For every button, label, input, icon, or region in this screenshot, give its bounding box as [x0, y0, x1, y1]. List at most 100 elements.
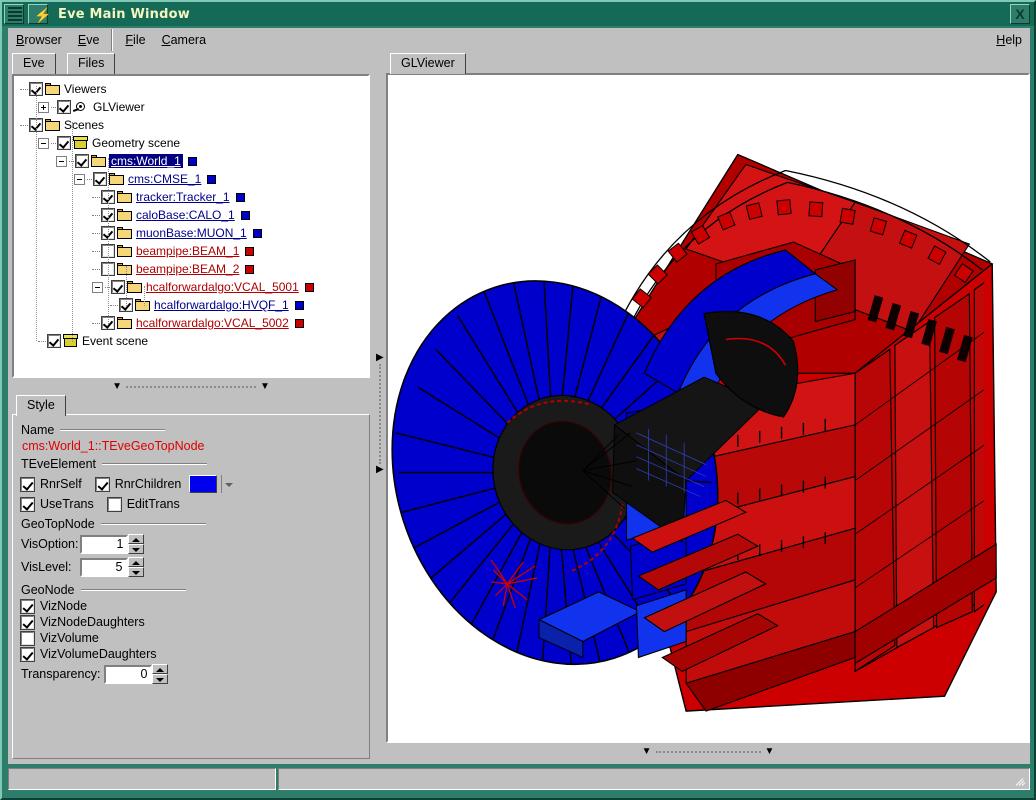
checkbox-vizvolume[interactable] [21, 632, 34, 645]
tree-color-swatch-vcal-5002[interactable] [295, 319, 304, 328]
checkbox-edittrans[interactable] [108, 498, 121, 511]
checkbox-viznodedaughters[interactable] [21, 616, 34, 629]
tree-row-vcal-5002[interactable]: hcalforwardalgo:VCAL_5002 [18, 314, 368, 332]
tab-eve[interactable]: Eve [12, 53, 56, 74]
cms-detector-3d-render[interactable] [388, 75, 1028, 741]
tree-color-swatch-beam-2[interactable] [245, 265, 254, 274]
collapse-minus-icon-cms-world-1[interactable] [56, 156, 67, 167]
tree-label-vcal-5002[interactable]: hcalforwardalgo:VCAL_5002 [135, 316, 290, 330]
tree-checkbox-glviewer[interactable] [58, 101, 70, 113]
row-vislevel: VisLevel: 5 [21, 557, 361, 577]
stepper-visoption[interactable] [128, 534, 144, 554]
tree-color-swatch-cms-cmse-1[interactable] [207, 175, 216, 184]
tree-color-swatch-muon-1[interactable] [253, 229, 262, 238]
tree-checkbox-cms-cmse-1[interactable] [94, 173, 106, 185]
stepper-up-icon-transparency[interactable] [152, 664, 168, 674]
group-header-geotopnode: GeoTopNode [21, 517, 361, 531]
checkbox-rnrself[interactable] [21, 478, 34, 491]
viewer-horizontal-splitter[interactable]: ▼ ▼ [386, 745, 1030, 759]
tree-row-tracker-1[interactable]: tracker:Tracker_1 [18, 188, 368, 206]
tree-label-glviewer[interactable]: GLViewer [92, 100, 146, 114]
tree-color-swatch-hvqf-1[interactable] [295, 301, 304, 310]
object-tree[interactable]: Viewers GLViewer Scenes Geometry scene cms:W… [12, 74, 370, 378]
left-horizontal-splitter[interactable]: ▼ ▼ [12, 380, 370, 394]
tree-row-calo-1[interactable]: caloBase:CALO_1 [18, 206, 368, 224]
tree-connector [92, 323, 100, 324]
tree-checkbox-event-scene[interactable] [48, 335, 60, 347]
tree-label-event-scene[interactable]: Event scene [81, 334, 149, 348]
tree-color-swatch-vcal-5001[interactable] [305, 283, 314, 292]
tree-label-beam-1[interactable]: beampipe:BEAM_1 [135, 244, 240, 258]
menu-item-file[interactable]: File [117, 31, 153, 49]
menu-item-help[interactable]: Help [988, 31, 1030, 49]
tree-checkbox-geometry-scene[interactable] [58, 137, 70, 149]
gl-viewport[interactable] [386, 73, 1030, 743]
tree-row-scenes[interactable]: Scenes [18, 116, 368, 134]
close-icon[interactable]: X [1010, 4, 1030, 24]
tree-label-scenes[interactable]: Scenes [63, 118, 105, 132]
input-vislevel[interactable]: 5 [80, 558, 128, 577]
tree-label-beam-2[interactable]: beampipe:BEAM_2 [135, 262, 240, 276]
tree-row-beam-2[interactable]: beampipe:BEAM_2 [18, 260, 368, 278]
tree-label-geometry-scene[interactable]: Geometry scene [91, 136, 181, 150]
tree-row-cms-world-1[interactable]: cms:World_1 [18, 152, 368, 170]
tree-row-beam-1[interactable]: beampipe:BEAM_1 [18, 242, 368, 260]
resize-grip-icon[interactable] [1013, 774, 1027, 788]
stepper-transparency[interactable] [152, 664, 168, 684]
stepper-up-icon-visoption[interactable] [128, 534, 144, 544]
checkbox-vizvolumedaughters[interactable] [21, 648, 34, 661]
folder-icon [117, 227, 132, 239]
collapse-minus-icon-geometry-scene[interactable] [38, 138, 49, 149]
tree-row-hvqf-1[interactable]: hcalforwardalgo:HVQF_1 [18, 296, 368, 314]
stepper-up-icon-vislevel[interactable] [128, 557, 144, 567]
menu-item-eve[interactable]: Eve [70, 31, 108, 49]
tree-checkbox-cms-world-1[interactable] [76, 155, 88, 167]
tree-label-tracker-1[interactable]: tracker:Tracker_1 [135, 190, 231, 204]
tab-files[interactable]: Files [67, 53, 115, 74]
tree-checkbox-vcal-5001[interactable] [112, 281, 124, 293]
color-swatch-button[interactable] [189, 475, 217, 493]
expand-plus-icon-glviewer[interactable] [38, 102, 49, 113]
tree-row-muon-1[interactable]: muonBase:MUON_1 [18, 224, 368, 242]
stepper-down-icon-transparency[interactable] [152, 674, 168, 684]
collapse-minus-icon-cms-cmse-1[interactable] [74, 174, 85, 185]
tree-row-vcal-5001[interactable]: hcalforwardalgo:VCAL_5001 [18, 278, 368, 296]
checkbox-usetrans[interactable] [21, 498, 34, 511]
tree-color-swatch-tracker-1[interactable] [236, 193, 245, 202]
tab-glviewer[interactable]: GLViewer [390, 53, 466, 74]
tree-row-cms-cmse-1[interactable]: cms:CMSE_1 [18, 170, 368, 188]
tree-label-vcal-5001[interactable]: hcalforwardalgo:VCAL_5001 [145, 280, 300, 294]
input-transparency[interactable]: 0 [104, 665, 152, 684]
tree-row-geometry-scene[interactable]: Geometry scene [18, 134, 368, 152]
tree-row-viewers[interactable]: Viewers [18, 80, 368, 98]
stepper-down-icon-visoption[interactable] [128, 544, 144, 554]
tree-rows-container: Viewers GLViewer Scenes Geometry scene cms:W… [14, 76, 368, 350]
viewer-tab-bar: GLViewer [390, 52, 1030, 74]
stepper-down-icon-vislevel[interactable] [128, 567, 144, 577]
box-icon [73, 136, 88, 150]
menu-item-camera[interactable]: Camera [154, 31, 214, 49]
tree-label-viewers[interactable]: Viewers [63, 82, 107, 96]
color-dropdown-arrow-icon[interactable] [221, 475, 233, 493]
tree-connector [92, 197, 100, 198]
menu-item-browser[interactable]: Browser [8, 31, 70, 49]
vertical-splitter[interactable]: ▶ ▶ [374, 52, 386, 764]
tree-label-cms-cmse-1[interactable]: cms:CMSE_1 [127, 172, 202, 186]
tree-guide-line [72, 122, 73, 342]
window-menu-icon[interactable] [4, 4, 24, 24]
tab-style[interactable]: Style [16, 395, 66, 416]
tree-color-swatch-cms-world-1[interactable] [188, 157, 197, 166]
tree-color-swatch-beam-1[interactable] [245, 247, 254, 256]
input-visoption[interactable]: 1 [80, 535, 128, 554]
checkbox-rnrchildren[interactable] [96, 478, 109, 491]
checkbox-viznode[interactable] [21, 600, 34, 613]
stepper-vislevel[interactable] [128, 557, 144, 577]
tree-row-glviewer[interactable]: GLViewer [18, 98, 368, 116]
tree-label-cms-world-1[interactable]: cms:World_1 [109, 154, 183, 168]
tree-label-hvqf-1[interactable]: hcalforwardalgo:HVQF_1 [153, 298, 290, 312]
collapse-minus-icon-vcal-5001[interactable] [92, 282, 103, 293]
tree-label-calo-1[interactable]: caloBase:CALO_1 [135, 208, 236, 222]
tree-label-muon-1[interactable]: muonBase:MUON_1 [135, 226, 248, 240]
tree-color-swatch-calo-1[interactable] [241, 211, 250, 220]
tree-row-event-scene[interactable]: Event scene [18, 332, 368, 350]
